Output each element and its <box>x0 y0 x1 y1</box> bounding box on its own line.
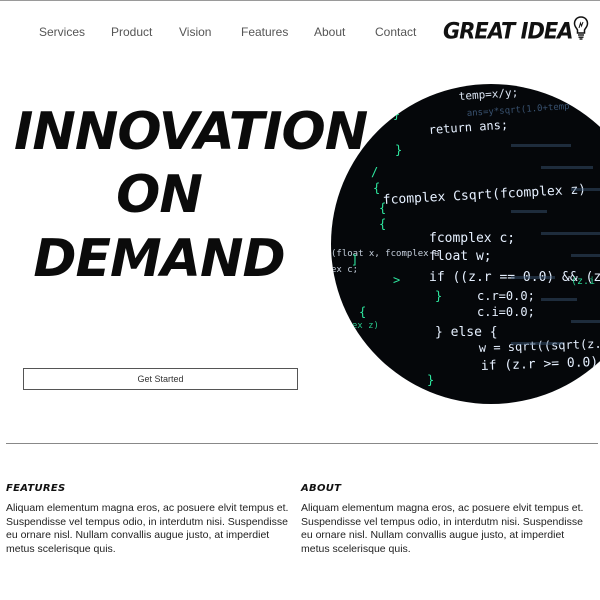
hero-title-line: INNOVATION <box>14 102 368 162</box>
code-blur-stroke <box>511 276 555 279</box>
features-heading: FEATURES <box>6 483 66 494</box>
get-started-button[interactable]: Get Started <box>23 368 298 390</box>
code-line: (float x, fcomplex a <box>331 249 439 259</box>
code-blur-stroke <box>511 210 547 213</box>
code-line: c.i=0.0; <box>477 305 535 319</box>
code-bracket: } <box>435 289 442 303</box>
features-text: Aliquam elementum magna eros, ac posuere… <box>6 502 289 555</box>
code-blur-stroke <box>571 188 600 191</box>
code-blur-stroke <box>541 298 577 301</box>
hero-title-line: DEMAND <box>33 228 285 289</box>
hero-code-image: temp=x/y; ans=y*sqrt(1.0+temp*temp); retur… <box>331 84 600 404</box>
nav-link-services[interactable]: Services <box>39 25 85 39</box>
code-bracket: > <box>393 273 400 287</box>
code-line: (z.i == 0.0) <box>571 276 600 287</box>
lightbulb-icon <box>573 15 589 47</box>
code-bracket: { <box>359 305 366 319</box>
code-blur-stroke <box>571 254 600 257</box>
nav-link-about[interactable]: About <box>314 25 345 39</box>
code-bracket: } <box>393 107 400 121</box>
code-blur-stroke <box>541 232 600 235</box>
code-blur-stroke <box>511 342 563 345</box>
code-blur-stroke <box>571 320 600 323</box>
nav-link-features[interactable]: Features <box>241 25 288 39</box>
hero-title-line: ON <box>116 165 203 226</box>
code-bracket: { <box>373 181 380 195</box>
features-section: FEATURES Aliquam elementum magna eros, a… <box>6 483 296 556</box>
code-bracket: ] <box>351 253 358 267</box>
nav-link-product[interactable]: Product <box>111 25 152 39</box>
about-section: ABOUT Aliquam elementum magna eros, ac p… <box>301 483 591 556</box>
section-divider <box>6 443 598 444</box>
code-line: plex z) <box>341 321 379 331</box>
code-bracket: } <box>395 143 402 157</box>
brand-logo[interactable]: GREAT IDEA <box>443 15 589 47</box>
code-line: fcomplex c; <box>429 231 515 246</box>
hero-title: INNOVATION ON DEMAND <box>14 101 368 291</box>
code-blur-stroke <box>511 144 571 147</box>
brand-logo-text: GREAT IDEA <box>443 18 573 44</box>
code-blur-stroke <box>541 166 593 169</box>
top-nav: Services Product Vision Features About C… <box>0 1 600 63</box>
code-bracket: { <box>379 201 386 215</box>
nav-link-vision[interactable]: Vision <box>179 25 211 39</box>
code-bracket: } <box>427 373 434 387</box>
code-line: c.r=0.0; <box>477 289 535 303</box>
nav-link-contact[interactable]: Contact <box>375 25 416 39</box>
landing-page: Services Product Vision Features About C… <box>0 0 600 600</box>
about-text: Aliquam elementum magna eros, ac posuere… <box>301 502 584 555</box>
about-heading: ABOUT <box>301 483 342 494</box>
code-line: } else { <box>435 325 498 340</box>
code-bracket: { <box>379 217 386 231</box>
code-bracket: / <box>371 165 378 179</box>
